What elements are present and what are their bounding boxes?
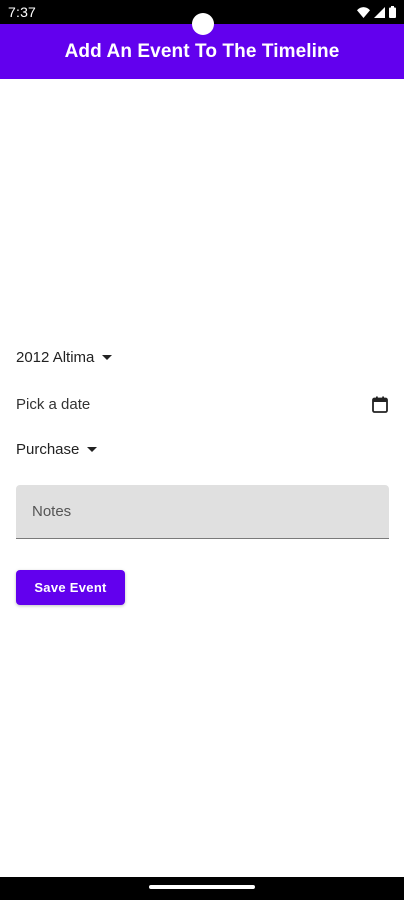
status-time: 7:37 [8,4,37,20]
navigation-bar [0,877,404,900]
event-type-select[interactable]: Purchase [16,437,388,461]
notes-input[interactable]: Notes [16,485,389,539]
notes-placeholder: Notes [32,503,72,520]
chevron-down-icon [87,446,98,452]
page-title: Add An Event To The Timeline [64,40,340,62]
save-event-button[interactable]: Save Event [16,570,125,605]
date-picker-field[interactable]: Pick a date [16,392,388,416]
front-camera [192,13,214,35]
event-type-value: Purchase [16,440,80,458]
calendar-icon[interactable] [372,396,388,413]
chevron-down-icon [102,354,113,360]
vehicle-select-value: 2012 Altima [16,348,95,366]
date-placeholder: Pick a date [16,395,91,413]
vehicle-select[interactable]: 2012 Altima [16,345,388,369]
wifi-icon [357,6,370,18]
signal-icon [374,6,385,18]
status-icons [357,5,396,19]
home-gesture-handle[interactable] [149,885,255,889]
battery-icon [389,6,396,18]
